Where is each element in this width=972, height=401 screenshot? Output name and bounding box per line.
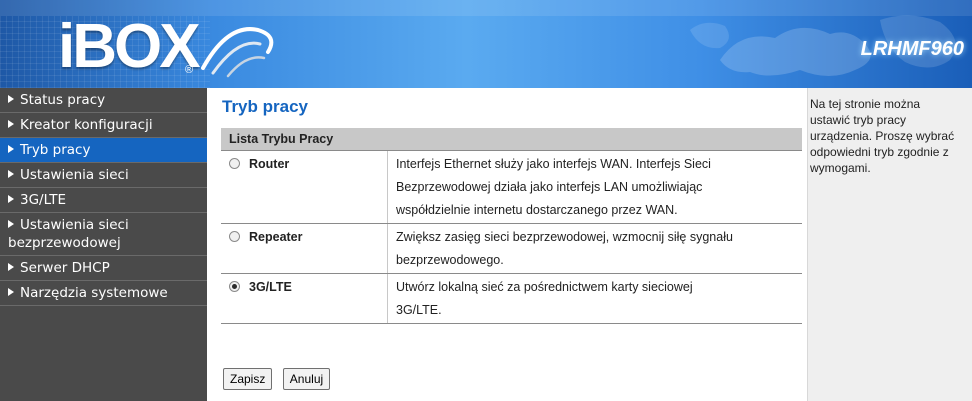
help-panel: Na tej stronie można ustawić tryb pracy …: [807, 88, 972, 401]
model-name: LRHMF960: [860, 38, 964, 60]
form-buttons: Zapisz Anuluj: [223, 368, 336, 390]
table-row: Router Interfejs Ethernet służy jako int…: [221, 150, 802, 224]
triangle-right-icon: [8, 195, 14, 203]
triangle-right-icon: [8, 120, 14, 128]
radio-3g-lte[interactable]: [229, 281, 240, 292]
sidebar-item-3g-lte[interactable]: 3G/LTE: [0, 188, 207, 213]
table-row: 3G/LTE Utwórz lokalną sieć za pośrednict…: [221, 273, 802, 324]
logo-swirl-icon: [201, 27, 274, 78]
mode-option-3g-lte[interactable]: 3G/LTE: [221, 273, 388, 324]
header-banner: iBOX ® LRHMF960: [0, 0, 972, 88]
triangle-right-icon: [8, 288, 14, 296]
page-title: Tryb pracy: [222, 97, 308, 116]
sidebar-item-dhcp-server[interactable]: Serwer DHCP: [0, 256, 207, 281]
triangle-right-icon: [8, 170, 14, 178]
mode-list-table: Lista Trybu Pracy Router Interfejs Ether…: [221, 128, 802, 324]
main-content: Tryb pracy Lista Trybu Pracy Router Inte…: [207, 88, 807, 401]
sidebar-item-wireless-settings[interactable]: Ustawienia sieci bezprzewodowej: [0, 213, 207, 256]
mode-option-repeater[interactable]: Repeater: [221, 223, 388, 274]
sidebar-item-operation-mode[interactable]: Tryb pracy: [0, 138, 207, 163]
mode-description-router: Interfejs Ethernet służy jako interfejs …: [387, 150, 802, 224]
triangle-right-icon: [8, 263, 14, 271]
sidebar: Status pracy Kreator konfiguracji Tryb p…: [0, 88, 207, 401]
table-row: Repeater Zwiększ zasięg sieci bezprzewod…: [221, 223, 802, 274]
mode-description-repeater: Zwiększ zasięg sieci bezprzewodowej, wzm…: [387, 223, 802, 274]
radio-router[interactable]: [229, 158, 240, 169]
mode-option-router[interactable]: Router: [221, 150, 388, 224]
triangle-right-icon: [8, 145, 14, 153]
triangle-right-icon: [8, 220, 14, 228]
save-button[interactable]: Zapisz: [223, 368, 273, 390]
sidebar-item-wizard[interactable]: Kreator konfiguracji: [0, 113, 207, 138]
table-header: Lista Trybu Pracy: [221, 128, 802, 151]
mode-description-3g-lte: Utwórz lokalną sieć za pośrednictwem kar…: [387, 273, 802, 324]
sidebar-item-network-settings[interactable]: Ustawienia sieci: [0, 163, 207, 188]
help-text: Na tej stronie można ustawić tryb pracy …: [810, 97, 955, 175]
sidebar-item-status[interactable]: Status pracy: [0, 88, 207, 113]
cancel-button[interactable]: Anuluj: [282, 368, 331, 390]
sidebar-item-system-tools[interactable]: Narzędzia systemowe: [0, 281, 207, 306]
ibox-logo: iBOX: [58, 12, 201, 81]
triangle-right-icon: [8, 95, 14, 103]
registered-mark: ®: [185, 64, 194, 76]
radio-repeater[interactable]: [229, 231, 240, 242]
